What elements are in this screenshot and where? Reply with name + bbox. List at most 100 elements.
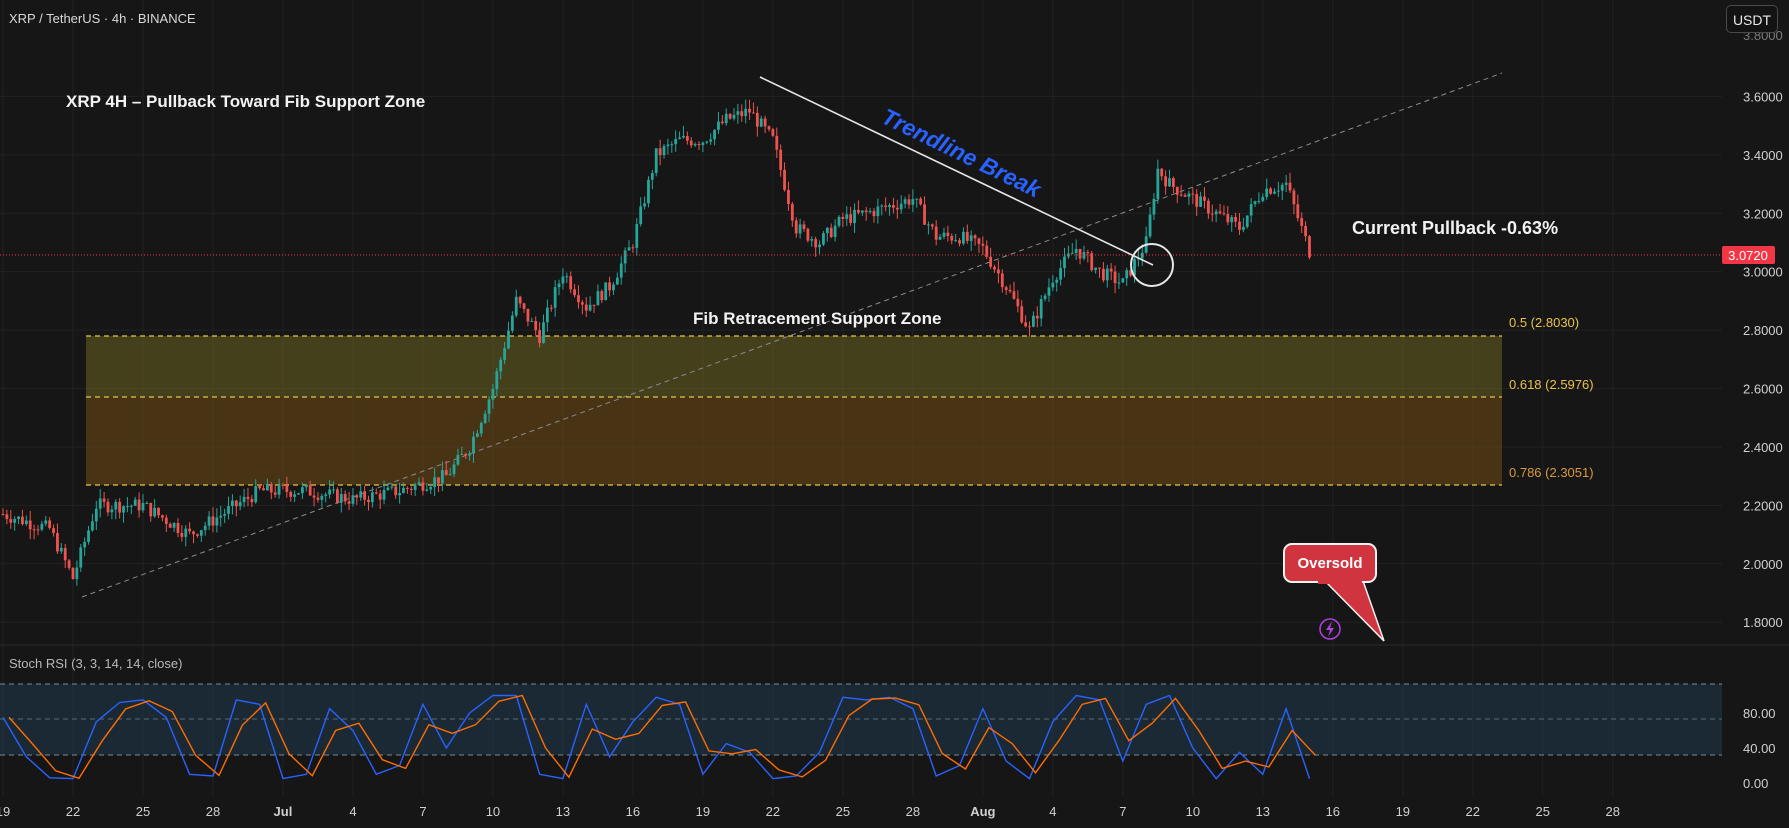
candle-body: [1125, 270, 1129, 279]
candle-body: [977, 238, 981, 244]
candle-body: [304, 484, 308, 488]
candle-body: [845, 214, 849, 219]
candle-body: [491, 389, 495, 400]
candle-body: [600, 291, 604, 301]
candle-body: [266, 484, 269, 491]
candle-body: [705, 141, 709, 143]
candle-body: [958, 240, 961, 244]
candle-body: [172, 523, 176, 528]
candle-body: [919, 198, 923, 205]
candle-body: [1300, 218, 1304, 226]
candle-body: [1199, 196, 1203, 207]
candle-body: [615, 277, 619, 285]
candle-body: [273, 492, 277, 495]
candle-body: [503, 348, 506, 360]
candle-body: [417, 482, 421, 485]
candle-body: [522, 303, 526, 309]
candle-body: [798, 224, 802, 234]
candle-body: [884, 205, 888, 208]
candle-body: [1164, 176, 1168, 187]
currency-button[interactable]: USDT: [1726, 5, 1778, 33]
candle-body: [394, 486, 398, 496]
candle-body: [650, 173, 654, 180]
candle-body: [783, 169, 786, 190]
candle-body: [825, 227, 829, 234]
candle-body: [1109, 268, 1113, 272]
candle-body: [1171, 178, 1175, 187]
candle-body: [643, 203, 646, 207]
candle-body: [1206, 200, 1210, 214]
time-axis[interactable]: 19 22 25 28 Jul 4 7 10 13 16 19 22 25 28 Aug 4 7 10 13 16 19…: [0, 804, 1620, 819]
candle-body: [868, 211, 872, 213]
candle-body: [538, 330, 541, 344]
candle-body: [67, 560, 71, 568]
candle-body: [1020, 306, 1024, 323]
candle-body: [126, 505, 129, 507]
candle-body: [87, 530, 90, 542]
time-tick-label: 7: [1119, 804, 1126, 819]
candle-body: [316, 497, 320, 500]
candle-body: [168, 523, 172, 528]
price-tick-label: 3.0000: [1743, 265, 1783, 280]
candle-body: [456, 454, 460, 465]
candle-body: [359, 491, 363, 498]
time-tick-label: 7: [419, 804, 426, 819]
candle-body: [409, 488, 413, 490]
candle-body: [324, 494, 328, 496]
candle-body: [215, 517, 219, 526]
candle-body: [740, 111, 744, 117]
price-tick-label: 2.4000: [1743, 440, 1783, 455]
candle-body: [425, 489, 429, 491]
candle-body: [950, 235, 954, 241]
price-tick-label: 3.4000: [1743, 148, 1783, 163]
candle-body: [91, 521, 94, 531]
candle-body: [596, 291, 600, 306]
time-tick-label: 25: [1536, 804, 1550, 819]
candle-body: [860, 210, 864, 213]
trading-chart[interactable]: XRP 4H – Pullback Toward Fib Support Zon…: [0, 0, 1789, 823]
candle-body: [1032, 315, 1035, 327]
candle-body: [464, 454, 468, 456]
candle-body: [1043, 295, 1047, 300]
candle-body: [689, 140, 693, 146]
candle-body: [829, 227, 833, 238]
candle-body: [1269, 188, 1272, 194]
candle-body: [639, 206, 643, 225]
candle-body: [580, 302, 584, 305]
candle-body: [440, 470, 444, 484]
candle-body: [1024, 322, 1028, 327]
candle-body: [52, 528, 55, 534]
candle-body: [1203, 196, 1206, 201]
candle-body: [71, 567, 75, 580]
candle-body: [106, 501, 110, 513]
symbol-header[interactable]: XRP / TetherUS · 4h · BINANCE: [9, 11, 196, 26]
candle-body: [370, 492, 374, 503]
candle-body: [32, 529, 36, 531]
candle-body: [997, 269, 1000, 274]
candle-body: [693, 143, 697, 146]
candle-body: [472, 436, 475, 454]
current-price-label: 3.0720: [1728, 248, 1768, 263]
candle-body: [75, 567, 79, 580]
indicator-label: Stoch RSI (3, 3, 14, 14, close): [9, 656, 182, 671]
candle-body: [526, 308, 530, 322]
candle-body: [802, 224, 806, 229]
candle-body: [678, 137, 681, 140]
time-tick-label: 10: [1186, 804, 1200, 819]
candle-body: [1117, 282, 1121, 284]
price-tick-label: 2.0000: [1743, 557, 1783, 572]
candle-body: [1226, 214, 1230, 223]
candle-body: [378, 493, 382, 500]
time-tick-label: 13: [556, 804, 570, 819]
candle-body: [312, 495, 316, 498]
candle-body: [1210, 213, 1214, 215]
candle-body: [767, 126, 771, 130]
candle-body: [822, 233, 825, 245]
candle-body: [398, 492, 402, 496]
candle-body: [771, 129, 775, 136]
candle-body: [682, 136, 685, 138]
candle-body: [137, 499, 141, 511]
candle-body: [853, 209, 856, 224]
candle-body: [534, 320, 538, 331]
candle-body: [1187, 193, 1191, 197]
